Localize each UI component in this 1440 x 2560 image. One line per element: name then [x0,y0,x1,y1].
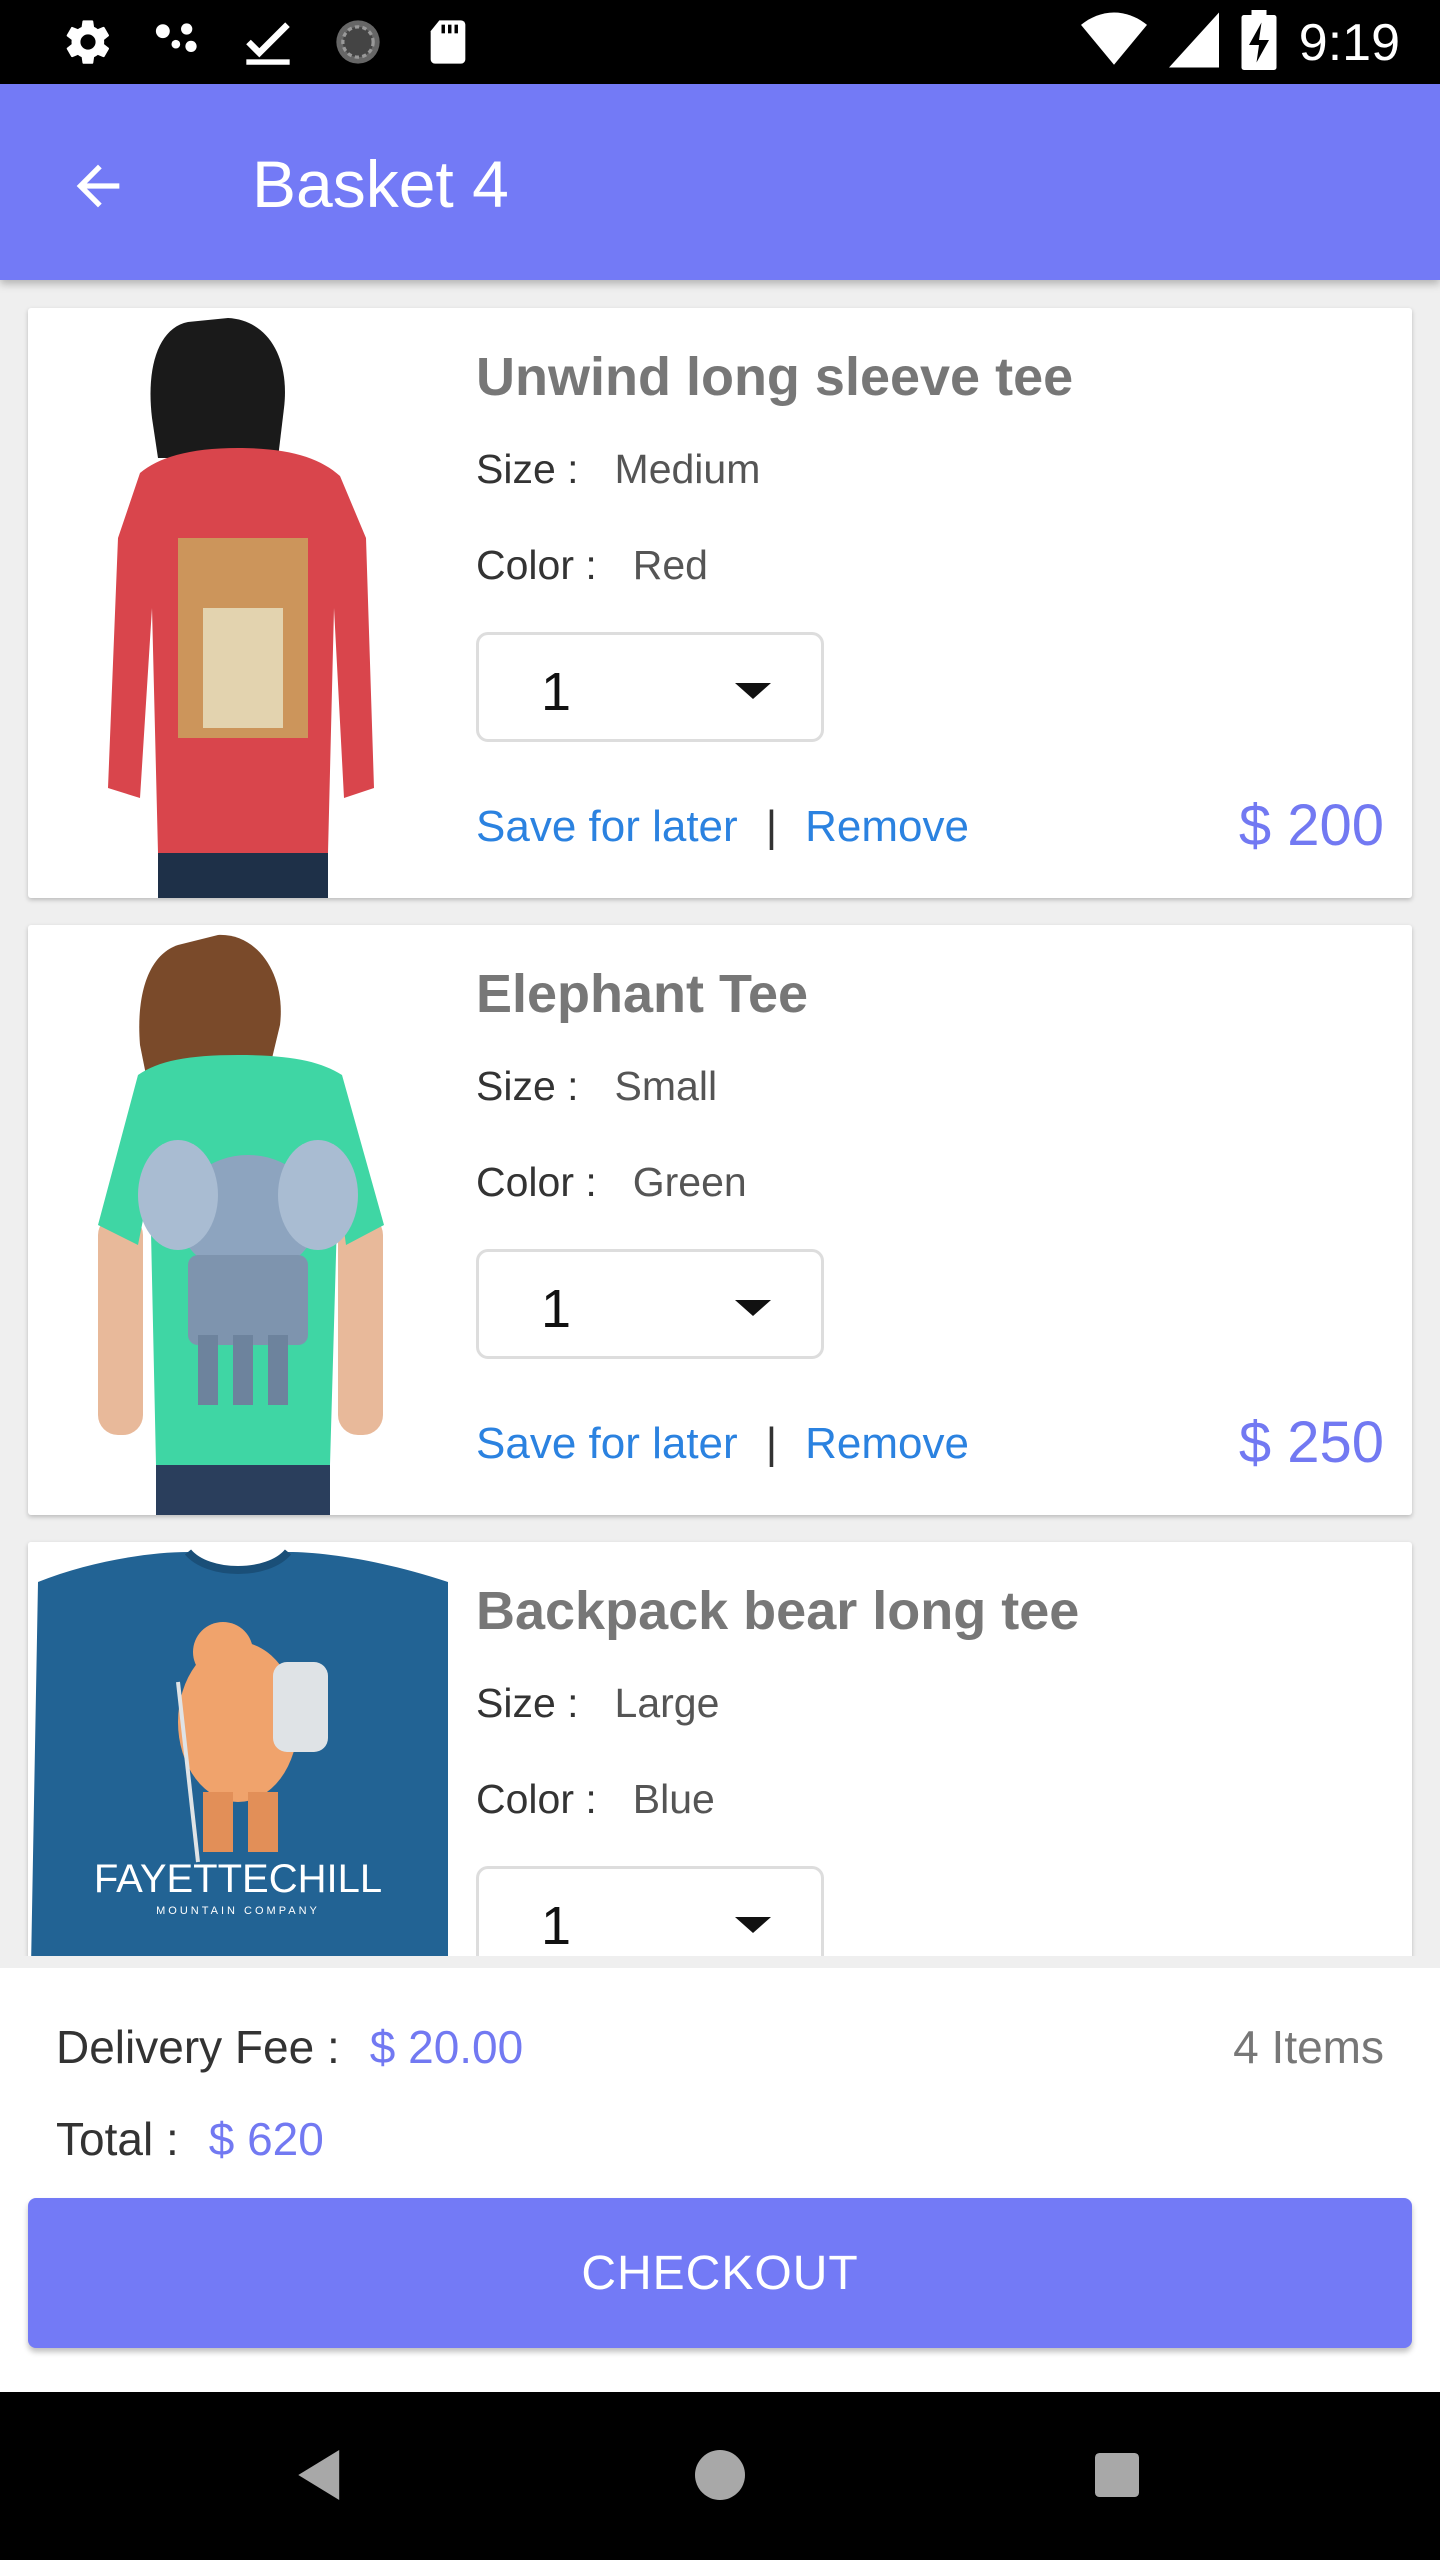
wifi-icon [1080,12,1147,73]
status-bar: 9:19 [0,0,1440,84]
quantity-value: 1 [541,1896,572,1956]
app-bar: Basket 4 [0,84,1440,280]
size-label: Size : [476,1680,579,1726]
basket-item-card: Unwind long sleeve tee Size : Medium Colo… [28,308,1412,898]
item-name: Backpack bear long tee [476,1581,1080,1641]
shirt-print-text: FAYETTECHILL [94,1857,382,1901]
sd-card-icon [420,14,476,70]
quantity-dropdown[interactable]: 1 [476,1249,824,1359]
back-button[interactable] [48,138,148,238]
color-value: Red [632,542,708,588]
item-color: Color : Blue [476,1776,715,1823]
item-price: $ 250 [1238,1410,1384,1475]
item-name: Unwind long sleeve tee [476,347,1074,407]
color-label: Color : [476,542,597,588]
color-label: Color : [476,1159,597,1205]
product-image[interactable]: FAYETTECHILL MOUNTAIN COMPANY [28,1542,448,1956]
nav-home-icon [695,2449,745,2505]
nav-recents-button[interactable] [1072,2432,1162,2522]
size-value: Medium [614,446,761,492]
item-size: Size : Medium [476,446,760,493]
page-title: Basket 4 [252,147,509,221]
status-bar-system: 9:19 [1080,10,1400,75]
delivery-fee-label: Delivery Fee : [56,2021,340,2073]
shirt-print-subtext: MOUNTAIN COMPANY [156,1905,320,1917]
sync-icon [330,14,386,70]
color-value: Green [632,1159,747,1205]
checkout-button[interactable]: CHECKOUT [28,2198,1412,2348]
signal-icon [1168,12,1219,73]
basket-list[interactable]: Unwind long sleeve tee Size : Medium Colo… [0,280,1440,1956]
system-nav-bar [0,2392,1440,2560]
status-bar-notifications [60,14,476,70]
dropdown-arrow-icon [735,683,771,699]
action-separator: | [765,802,778,851]
size-value: Large [614,1680,720,1726]
item-actions: Save for later | Remove [476,802,969,852]
nav-back-icon [298,2449,344,2505]
battery-charging-icon [1241,10,1277,75]
size-label: Size : [476,1063,579,1109]
items-count: 4 Items [1233,2021,1384,2073]
size-label: Size : [476,446,579,492]
nav-home-button[interactable] [675,2432,765,2522]
color-value: Blue [632,1776,715,1822]
product-image[interactable] [28,925,448,1515]
delivery-fee-amount: $ 20.00 [369,2021,524,2073]
save-for-later-link[interactable]: Save for later [476,802,738,852]
remove-link[interactable]: Remove [805,1419,969,1469]
item-size: Size : Small [476,1063,717,1110]
basket-item-card: Elephant Tee Size : Small Color : Green 1 … [28,925,1412,1515]
quantity-value: 1 [541,662,572,722]
color-label: Color : [476,1776,597,1822]
item-color: Color : Green [476,1159,747,1206]
settings-icon [60,14,116,70]
item-name: Elephant Tee [476,964,809,1024]
dropdown-arrow-icon [735,1917,771,1933]
checkmark-icon [240,14,296,70]
item-size: Size : Large [476,1680,719,1727]
order-summary: Delivery Fee : $ 20.00 4 Items Total : $ 6… [0,1968,1440,2392]
save-for-later-link[interactable]: Save for later [476,1419,738,1469]
nav-recents-icon [1095,2452,1139,2502]
item-price: $ 200 [1238,793,1384,858]
size-value: Small [614,1063,718,1109]
arrow-back-icon [66,154,130,223]
product-image[interactable] [28,308,448,898]
basket-item-card: FAYETTECHILL MOUNTAIN COMPANY Backpack b… [28,1542,1412,1956]
order-total: Total : $ 620 [56,2112,324,2166]
remove-link[interactable]: Remove [805,802,969,852]
nav-back-button[interactable] [276,2432,366,2522]
total-label: Total : [56,2113,179,2165]
delivery-fee: Delivery Fee : $ 20.00 [56,2020,523,2074]
total-amount: $ 620 [208,2113,324,2165]
item-actions: Save for later | Remove [476,1419,969,1469]
quantity-dropdown[interactable]: 1 [476,1866,824,1956]
quantity-dropdown[interactable]: 1 [476,632,824,742]
action-separator: | [765,1419,778,1468]
quantity-value: 1 [541,1279,572,1339]
dropdown-arrow-icon [735,1300,771,1316]
share-icon [150,14,206,70]
item-color: Color : Red [476,542,708,589]
status-time: 9:19 [1298,13,1400,72]
